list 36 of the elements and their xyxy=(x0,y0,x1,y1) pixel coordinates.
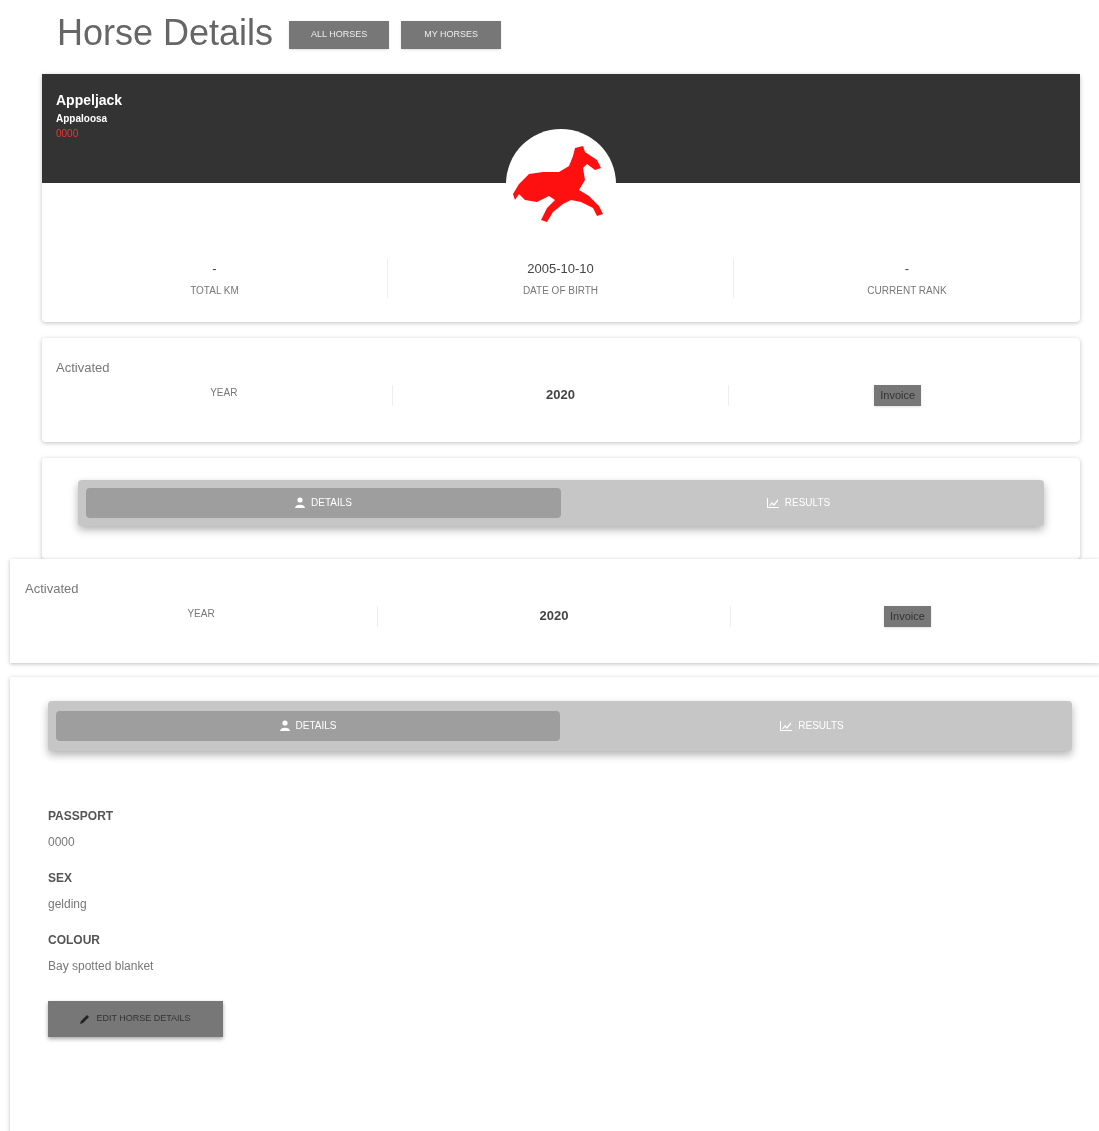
stat-value: - xyxy=(212,260,217,278)
stat-label: CURRENT RANK xyxy=(867,283,947,298)
stat-value: 2005-10-10 xyxy=(527,260,594,278)
field-label: PASSPORT xyxy=(48,807,114,825)
user-icon xyxy=(295,497,306,508)
invoice-button[interactable]: Invoice xyxy=(874,385,922,406)
pencil-icon xyxy=(80,1013,91,1024)
field-value: 0000 xyxy=(48,833,75,851)
nav-button[interactable]: ALL HORSES xyxy=(289,21,390,49)
tab[interactable]: DETAILS xyxy=(56,710,560,741)
year-label: YEAR xyxy=(187,607,215,621)
tab[interactable]: RESULTS xyxy=(560,710,1064,741)
invoice-button[interactable]: Invoice xyxy=(884,606,931,627)
user-icon xyxy=(279,720,290,731)
status-text: Activated xyxy=(56,358,110,377)
horse-breed: Appaloosa xyxy=(56,112,108,126)
tab[interactable]: DETAILS xyxy=(86,487,561,518)
chart-icon xyxy=(766,497,779,508)
horse-name: Appeljack xyxy=(56,91,123,110)
field-value: Bay spotted blanket xyxy=(48,957,154,975)
field-value: gelding xyxy=(48,895,87,913)
edit-button[interactable]: EDIT HORSE DETAILS xyxy=(48,1000,223,1037)
year-label: YEAR xyxy=(210,386,238,400)
chart-icon xyxy=(780,720,793,731)
tab[interactable]: RESULTS xyxy=(561,487,1036,518)
status-text: Activated xyxy=(25,579,79,598)
stat-value: - xyxy=(904,260,910,278)
stat-label: TOTAL KM xyxy=(190,283,239,298)
horse-code: 0000 xyxy=(56,127,79,141)
year-value: 2020 xyxy=(539,607,569,625)
nav-button[interactable]: MY HORSES xyxy=(401,21,502,49)
field-label: COLOUR xyxy=(48,931,100,949)
stat-label: DATE OF BIRTH xyxy=(522,283,599,298)
year-value: 2020 xyxy=(546,386,575,404)
field-label: SEX xyxy=(48,869,72,887)
page-title: Horse Details xyxy=(57,11,274,55)
